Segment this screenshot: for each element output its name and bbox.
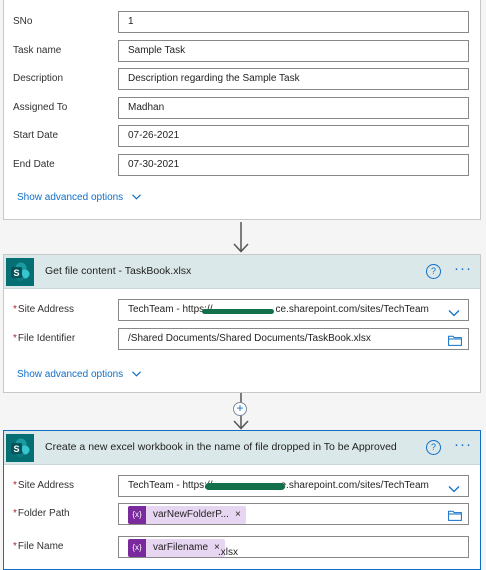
site-address-label: *Site Address [13,304,74,315]
chevron-down-icon[interactable] [448,305,460,320]
file-identifier-row: *File Identifier /Shared Documents/Share… [4,328,480,352]
site-address-suffix: e.sharepoint.com/sites/TechTeam [280,480,429,491]
folder-icon[interactable] [448,334,462,349]
show-advanced-options-link[interactable]: Show advanced options [17,369,141,380]
token-label: varFilename [153,542,209,553]
description-input[interactable]: Description regarding the Sample Task [118,68,469,90]
field-row-task-name: Task name Sample Task [4,40,480,64]
arrow-down-icon [232,222,250,257]
required-mark: * [13,333,17,344]
task-action-card: SNo 1 Task name Sample Task Description … [3,0,481,220]
field-label: Task name [13,45,62,56]
start-date-input[interactable]: 07-26-2021 [118,125,469,147]
action-header[interactable]: S Get file content - TaskBook.xlsx ? ··· [4,255,480,289]
folder-path-label: *Folder Path [13,508,70,519]
field-row-end-date: End Date 07-30-2021 [4,154,480,178]
field-row-description: Description Description regarding the Sa… [4,68,480,92]
field-row-assigned-to: Assigned To Madhan [4,97,480,121]
variable-token[interactable]: {x} varNewFolderP... × [128,506,246,524]
show-advanced-label: Show advanced options [17,369,124,381]
assigned-to-input[interactable]: Madhan [118,97,469,119]
field-row-sno: SNo 1 [4,11,480,35]
help-icon[interactable]: ? [426,440,441,455]
site-address-dropdown[interactable]: TechTeam - https:// ce.sharepoint.com/sit… [118,299,469,321]
site-address-label-text: Site Address [17,480,75,491]
sno-input[interactable]: 1 [118,11,469,33]
chevron-down-icon [132,369,141,380]
sharepoint-icon: S [6,434,34,462]
action-title: Get file content - TaskBook.xlsx [45,265,192,277]
file-identifier-input[interactable]: /Shared Documents/Shared Documents/TaskB… [118,328,469,350]
file-name-label: *File Name [13,541,63,552]
file-identifier-label-text: File Identifier [17,333,76,344]
required-mark: * [13,304,17,315]
folder-icon[interactable] [448,509,462,524]
end-date-input[interactable]: 07-30-2021 [118,154,469,176]
site-address-prefix: TechTeam - https:// [128,480,213,491]
field-label: Assigned To [13,102,68,113]
field-label: SNo [13,16,33,27]
variable-token[interactable]: {x} varFilename × [128,539,225,557]
site-address-label-text: Site Address [17,304,75,315]
file-name-label-text: File Name [17,541,64,552]
file-identifier-value: /Shared Documents/Shared Documents/TaskB… [128,333,371,344]
folder-path-input[interactable]: {x} varNewFolderP... × [118,503,469,525]
redaction-mark [205,483,285,490]
site-address-prefix: TechTeam - https:// [128,304,213,315]
site-address-row: *Site Address TechTeam - https:// e.share… [4,475,480,499]
file-name-input[interactable]: {x} varFilename × .xlsx [118,536,469,558]
task-name-input[interactable]: Sample Task [118,40,469,62]
action-header[interactable]: S Create a new excel workbook in the nam… [4,431,480,465]
field-label: End Date [13,159,55,170]
variable-icon: {x} [128,506,146,524]
show-advanced-options-link[interactable]: Show advanced options [17,192,141,203]
show-advanced-label: Show advanced options [17,192,124,204]
get-file-content-card: S Get file content - TaskBook.xlsx ? ···… [3,254,481,393]
more-icon[interactable]: ··· [454,437,472,452]
required-mark: * [13,480,17,491]
chevron-down-icon[interactable] [448,481,460,496]
plus-icon[interactable]: + [233,402,247,416]
file-extension: .xlsx [218,547,238,558]
sharepoint-icon: S [6,258,34,286]
chevron-down-icon [132,192,141,203]
site-address-row: *Site Address TechTeam - https:// ce.shar… [4,299,480,323]
file-name-row: *File Name {x} varFilename × .xlsx [4,536,480,560]
svg-text:S: S [13,268,19,278]
action-title: Create a new excel workbook in the name … [45,441,397,453]
field-label: Start Date [13,130,59,141]
create-workbook-card: S Create a new excel workbook in the nam… [3,430,481,570]
close-icon[interactable]: × [233,505,246,524]
required-mark: * [13,508,17,519]
token-label: varNewFolderP... [153,509,229,520]
file-identifier-label: *File Identifier [13,333,75,344]
more-icon[interactable]: ··· [454,261,472,276]
site-address-label: *Site Address [13,480,74,491]
folder-path-row: *Folder Path {x} varNewFolderP... × [4,503,480,527]
variable-icon: {x} [128,539,146,557]
folder-path-label-text: Folder Path [17,508,70,519]
help-icon[interactable]: ? [426,264,441,279]
redaction-mark [202,309,274,314]
site-address-suffix: ce.sharepoint.com/sites/TechTeam [275,304,429,315]
field-label: Description [13,73,64,84]
site-address-dropdown[interactable]: TechTeam - https:// e.sharepoint.com/site… [118,475,469,497]
svg-text:S: S [13,444,19,454]
field-row-start-date: Start Date 07-26-2021 [4,125,480,149]
required-mark: * [13,541,17,552]
